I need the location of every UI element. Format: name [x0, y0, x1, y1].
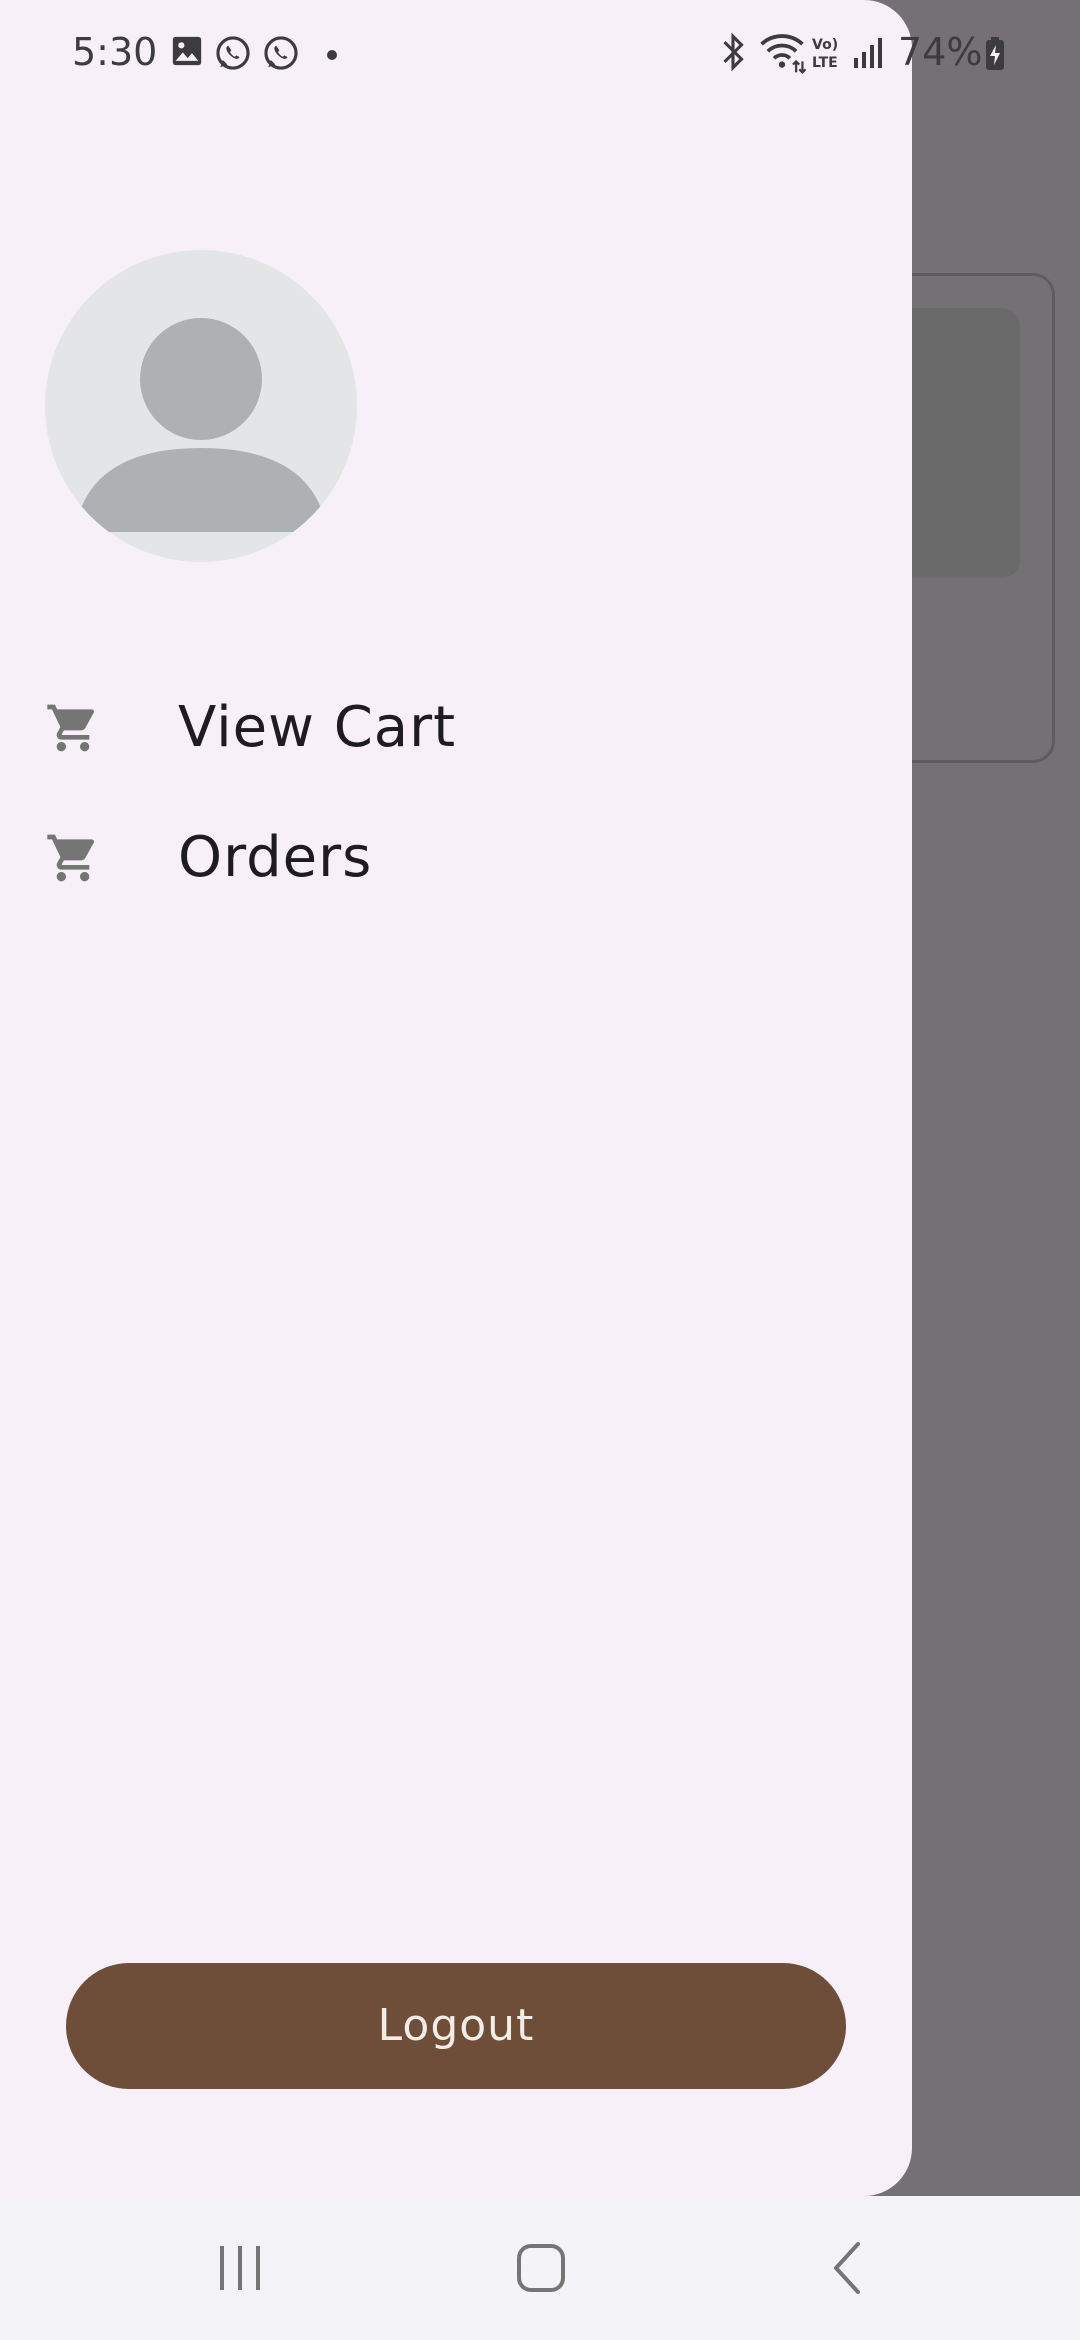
menu-item-orders[interactable]: Orders — [0, 796, 912, 916]
battery-percentage: 74% — [898, 30, 983, 74]
home-icon[interactable] — [511, 2238, 571, 2298]
cart-icon — [45, 830, 101, 886]
navigation-drawer: View Cart Orders Logout — [0, 0, 912, 2196]
whatsapp-icon — [214, 34, 252, 76]
whatsapp-icon — [262, 34, 300, 76]
recents-icon[interactable] — [210, 2238, 270, 2298]
avatar[interactable] — [45, 250, 357, 562]
back-icon[interactable] — [818, 2238, 878, 2298]
menu-item-label: View Cart — [178, 695, 457, 760]
system-navigation-bar — [0, 2196, 1080, 2340]
bluetooth-icon — [716, 30, 750, 78]
gallery-icon — [170, 34, 204, 72]
battery-charging-icon — [984, 36, 1006, 76]
cart-icon — [45, 700, 101, 756]
volte-icon: Vo) LTE — [810, 34, 846, 76]
dot-icon — [326, 46, 338, 65]
menu-item-label: Orders — [178, 825, 373, 890]
menu-item-view-cart[interactable]: View Cart — [0, 666, 912, 786]
logout-button[interactable]: Logout — [66, 1963, 846, 2089]
svg-text:LTE: LTE — [812, 55, 838, 71]
status-time: 5:30 — [72, 30, 158, 74]
svg-text:Vo): Vo) — [812, 37, 838, 53]
avatar-placeholder-icon — [81, 318, 321, 532]
status-bar: 5:30 Vo) LTE 74% — [0, 0, 1080, 104]
wifi-icon — [758, 30, 807, 78]
signal-icon — [852, 36, 888, 74]
